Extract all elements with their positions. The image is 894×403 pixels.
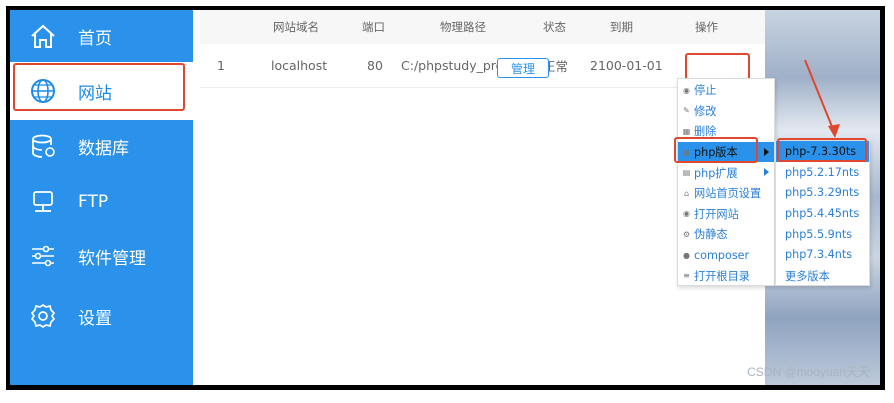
row-index: 1	[217, 58, 225, 73]
table-header: 网站域名 端口 物理路径 状态 到期 操作	[200, 10, 765, 44]
row-port: 80	[367, 58, 383, 73]
home-icon	[28, 21, 58, 51]
submenu-item-php-version[interactable]: php-7.3.30ts	[776, 141, 869, 162]
column-header-expire: 到期	[610, 20, 633, 34]
menu-item-stop[interactable]: ◉ 停止	[678, 80, 774, 101]
column-header-status: 状态	[543, 20, 566, 34]
column-header-port: 端口	[362, 20, 385, 34]
stop-icon: ◉	[683, 85, 690, 95]
column-header-domain: 网站域名	[273, 20, 319, 34]
watermark: CSDN @mooyuan天天	[747, 365, 870, 379]
list-icon: ≡	[683, 271, 690, 281]
submenu-item-more-versions[interactable]: 更多版本	[776, 265, 869, 286]
submenu-item-php-version[interactable]: php5.3.29nts	[776, 182, 869, 203]
rewrite-icon: ⚙	[682, 229, 691, 239]
annotation-arrow-icon	[804, 59, 840, 138]
app-window: 首页 网站 数据库 FTP 软件管理 设置 网站域名 端口 物理路径 状态 到期…	[10, 10, 880, 385]
sidebar-item-label: 设置	[78, 308, 112, 329]
edit-icon: ✎	[683, 106, 690, 116]
menu-item-composer[interactable]: ● composer	[678, 245, 774, 266]
sidebar-item-label: 软件管理	[78, 248, 146, 269]
menu-item-php-version[interactable]: ▦ php版本	[678, 141, 774, 163]
menu-item-open-root[interactable]: ≡ 打开根目录	[678, 265, 774, 286]
row-domain: localhost	[271, 58, 328, 73]
extension-icon: ▤	[682, 168, 691, 178]
open-icon: ◉	[683, 209, 690, 219]
composer-icon: ●	[683, 250, 690, 260]
manage-dropdown-menu: ◉ 停止 ✎ 修改 ▦ 删除 ▦ php版本 ▤ php扩展 ⌂ 网站首页设置 …	[677, 78, 775, 286]
gear-icon	[28, 301, 58, 331]
trash-icon: ▦	[682, 126, 691, 136]
sidebar-item-ftp[interactable]: FTP	[10, 176, 193, 228]
sidebar-item-settings[interactable]: 设置	[10, 290, 193, 342]
submenu-item-php-version[interactable]: php5.5.9nts	[776, 224, 869, 245]
submenu-arrow-icon	[764, 168, 769, 177]
menu-item-homepage-settings[interactable]: ⌂ 网站首页设置	[678, 183, 774, 204]
monitor-icon	[28, 187, 58, 217]
menu-item-open-website[interactable]: ◉ 打开网站	[678, 204, 774, 225]
home-small-icon: ⌂	[683, 188, 690, 198]
sidebar-item-label: 数据库	[78, 138, 129, 159]
menu-item-php-extension[interactable]: ▤ php扩展	[678, 162, 774, 183]
sidebar-item-label: FTP	[78, 192, 109, 212]
menu-item-edit[interactable]: ✎ 修改	[678, 101, 774, 122]
sidebar-item-software[interactable]: 软件管理	[10, 230, 193, 282]
sidebar-item-label: 首页	[78, 28, 112, 49]
submenu-item-php-version[interactable]: php5.4.45nts	[776, 203, 869, 224]
sidebar-item-website[interactable]: 网站	[10, 62, 193, 120]
globe-icon	[28, 76, 58, 106]
php-icon: ▦	[682, 147, 691, 157]
sidebar-item-home[interactable]: 首页	[10, 10, 193, 62]
menu-item-delete[interactable]: ▦ 删除	[678, 121, 774, 142]
sidebar: 首页 网站 数据库 FTP 软件管理 设置	[10, 10, 193, 385]
menu-item-rewrite[interactable]: ⚙ 伪静态	[678, 224, 774, 245]
sidebar-item-database[interactable]: 数据库	[10, 120, 193, 172]
php-version-submenu: php-7.3.30ts php5.2.17nts php5.3.29nts p…	[775, 140, 870, 286]
manage-button[interactable]: 管理	[497, 58, 549, 78]
submenu-arrow-icon	[764, 147, 769, 156]
sidebar-item-label: 网站	[78, 83, 112, 104]
sliders-icon	[28, 241, 58, 271]
database-icon	[28, 131, 58, 161]
submenu-item-php-version[interactable]: php5.2.17nts	[776, 162, 869, 183]
row-expire: 2100-01-01	[590, 58, 663, 73]
column-header-path: 物理路径	[440, 20, 486, 34]
column-header-action: 操作	[695, 20, 718, 34]
submenu-item-php-version[interactable]: php7.3.4nts	[776, 245, 869, 266]
